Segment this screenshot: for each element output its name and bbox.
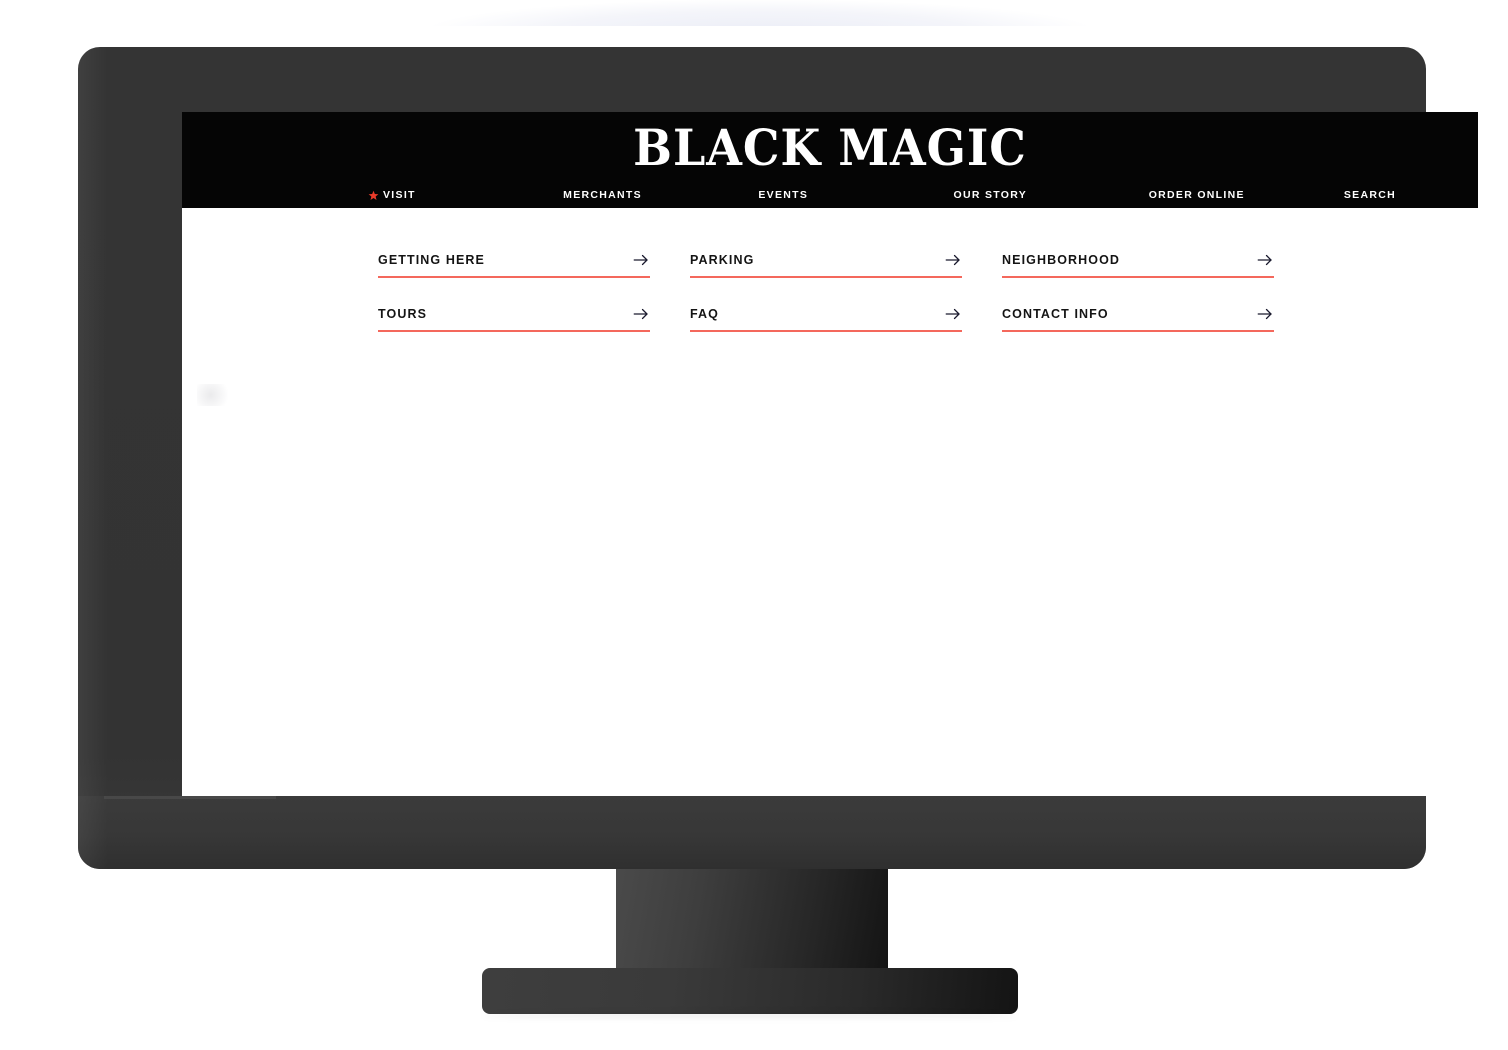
star-icon <box>368 190 379 201</box>
arrow-right-icon <box>632 305 650 323</box>
site-logo[interactable]: BLACK MAGIC <box>234 112 1426 173</box>
screenshot-stage: BLACK MAGIC VISIT MERCHANTS EVENTS OUR S… <box>0 0 1508 1050</box>
monitor-stand-shadow <box>482 1012 1018 1020</box>
monitor-frame: BLACK MAGIC VISIT MERCHANTS EVENTS OUR S… <box>78 47 1478 869</box>
monitor-stand-neck <box>616 869 888 974</box>
arrow-right-icon <box>944 305 962 323</box>
nav-item-merchants[interactable]: MERCHANTS <box>563 190 758 201</box>
nav-item-search[interactable]: SEARCH <box>1344 190 1396 201</box>
monitor-screen: BLACK MAGIC VISIT MERCHANTS EVENTS OUR S… <box>182 112 1478 843</box>
link-card-getting-here[interactable]: GETTING HERE <box>378 244 650 278</box>
arrow-right-icon <box>1256 305 1274 323</box>
link-card-label: FAQ <box>690 306 719 321</box>
main-navigation: VISIT MERCHANTS EVENTS OUR STORY ORDER O… <box>182 190 1478 201</box>
monitor-stand-base <box>482 968 1018 1014</box>
nav-item-events[interactable]: EVENTS <box>758 190 953 201</box>
link-card-neighborhood[interactable]: NEIGHBORHOOD <box>1002 244 1274 278</box>
nav-item-label: EVENTS <box>758 189 809 202</box>
nav-item-label: OUR STORY <box>953 189 1028 202</box>
nav-item-visit[interactable]: VISIT <box>368 190 563 201</box>
nav-item-label: MERCHANTS <box>563 189 642 202</box>
link-card-label: GETTING HERE <box>378 252 485 267</box>
arrow-right-icon <box>632 251 650 269</box>
link-card-tours[interactable]: TOURS <box>378 298 650 332</box>
link-card-label: TOURS <box>378 306 428 321</box>
visit-links-grid: GETTING HERE PARKING NEIGHBORHOOD TOURS … <box>378 244 1278 332</box>
site-header: BLACK MAGIC VISIT MERCHANTS EVENTS OUR S… <box>182 112 1478 208</box>
nav-item-order-online[interactable]: ORDER ONLINE <box>1149 190 1344 201</box>
page-smudge-artifact <box>197 384 231 406</box>
arrow-right-icon <box>944 251 962 269</box>
link-card-parking[interactable]: PARKING <box>690 244 962 278</box>
link-card-faq[interactable]: FAQ <box>690 298 962 332</box>
nav-item-label: SEARCH <box>1343 189 1396 202</box>
page-content: GETTING HERE PARKING NEIGHBORHOOD TOURS … <box>182 208 1478 406</box>
nav-item-our-story[interactable]: OUR STORY <box>954 190 1149 201</box>
nav-item-label: ORDER ONLINE <box>1148 189 1245 202</box>
top-tint-decoration <box>430 0 1090 26</box>
arrow-right-icon <box>1256 251 1274 269</box>
monitor-bottom-bezel <box>78 796 1426 869</box>
link-card-contact-info[interactable]: CONTACT INFO <box>1002 298 1274 332</box>
nav-item-label: VISIT <box>383 189 416 202</box>
link-card-label: PARKING <box>690 252 755 267</box>
link-card-label: NEIGHBORHOOD <box>1002 252 1121 267</box>
link-card-label: CONTACT INFO <box>1002 306 1109 321</box>
